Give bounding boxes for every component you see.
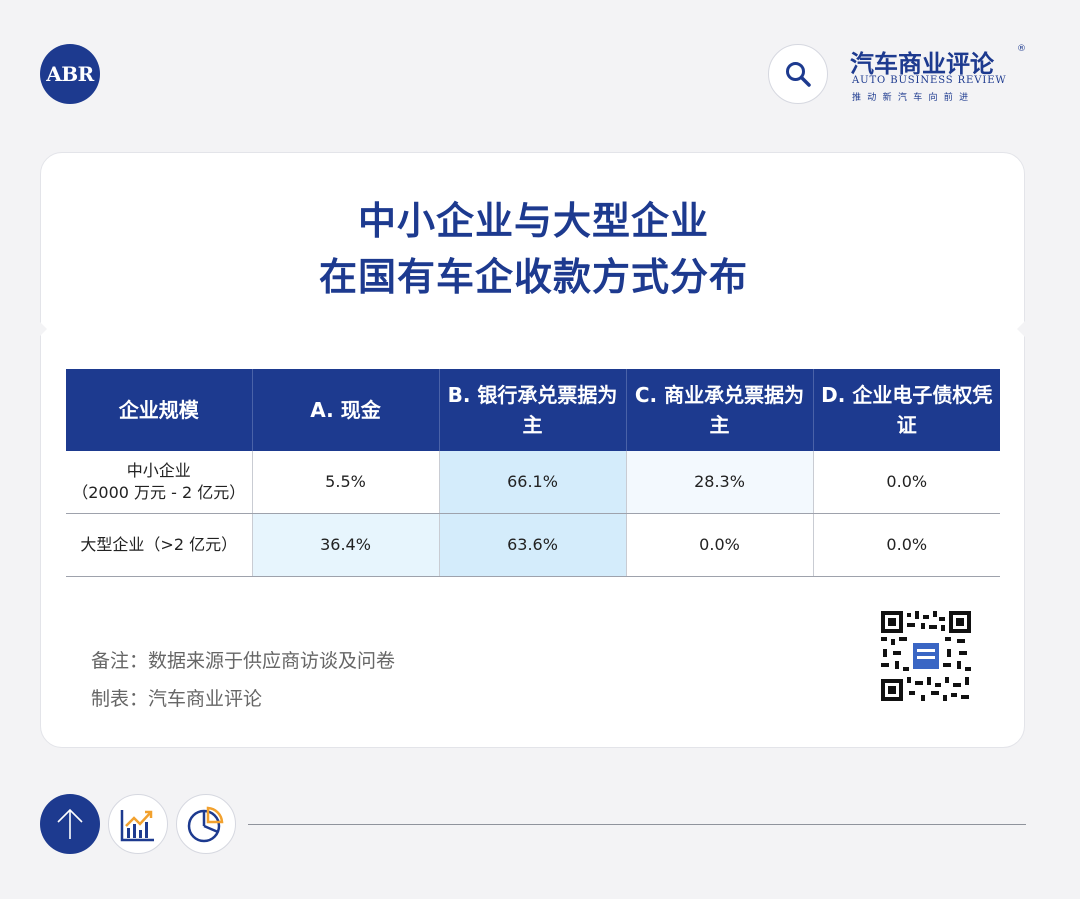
content-card: 中小企业与大型企业 在国有车企收款方式分布 企业规模 A. 现金 B. 银行承兑…	[40, 152, 1025, 748]
line-chart-button[interactable]	[108, 794, 168, 854]
arrow-up-icon	[57, 808, 83, 839]
card-notch-left	[38, 320, 47, 338]
maker-note: 制表：汽车商业评论	[91, 688, 263, 710]
page-title: 中小企业与大型企业 在国有车企收款方式分布	[41, 193, 1026, 305]
footer-divider	[248, 824, 1026, 825]
distribution-table: 企业规模 A. 现金 B. 银行承兑票据为主 C. 商业承兑票据为主 D. 企业…	[66, 369, 1000, 577]
brand-name: 汽车商业评论	[850, 49, 994, 78]
row-scale-cell: 大型企业（>2 亿元）	[66, 513, 253, 577]
brand-logo: 汽车商业评论 ® AUTO BUSINESS REVIEW 推动新汽车向前进	[850, 44, 1026, 106]
row-scale-cell: 中小企业 （2000 万元 - 2 亿元）	[66, 451, 253, 514]
abr-logo: ABR	[40, 44, 100, 104]
pie-chart-icon	[187, 806, 224, 843]
header-bank-acceptance: B. 银行承兑票据为主	[439, 369, 627, 451]
header-cash: A. 现金	[252, 369, 440, 451]
source-note: 备注：数据来源于供应商访谈及问卷	[91, 650, 396, 672]
header-commercial-acceptance: C. 商业承兑票据为主	[626, 369, 814, 451]
value-cell: 5.5%	[252, 451, 440, 514]
search-button[interactable]	[768, 44, 828, 104]
card-notch-right	[1017, 320, 1026, 338]
row-scale-line2: （2000 万元 - 2 亿元）	[72, 483, 246, 502]
table-header-row: 企业规模 A. 现金 B. 银行承兑票据为主 C. 商业承兑票据为主 D. 企业…	[66, 369, 1000, 451]
row-scale-line1: 大型企业（>2 亿元）	[80, 535, 238, 554]
value-cell: 36.4%	[252, 513, 440, 577]
brand-english-name: AUTO BUSINESS REVIEW	[852, 75, 1007, 86]
header-electronic-voucher: D. 企业电子债权凭证	[813, 369, 1000, 451]
table-row: 中小企业 （2000 万元 - 2 亿元） 5.5% 66.1% 28.3% 0…	[66, 451, 1000, 514]
table-row: 大型企业（>2 亿元） 36.4% 63.6% 0.0% 0.0%	[66, 513, 1000, 577]
value-cell: 0.0%	[813, 513, 1000, 577]
brand-slogan: 推动新汽车向前进	[852, 93, 975, 103]
qr-code-icon[interactable]	[881, 611, 971, 701]
value-cell: 28.3%	[626, 451, 814, 514]
title-line-2: 在国有车企收款方式分布	[318, 255, 748, 299]
header-scale: 企业规模	[66, 369, 253, 451]
pie-chart-button[interactable]	[176, 794, 236, 854]
line-chart-icon	[120, 810, 154, 842]
search-icon	[786, 62, 811, 87]
value-cell: 0.0%	[626, 513, 814, 577]
row-scale-line1: 中小企业	[126, 461, 191, 480]
title-line-1: 中小企业与大型企业	[357, 199, 709, 243]
value-cell: 63.6%	[439, 513, 627, 577]
value-cell: 66.1%	[439, 451, 627, 514]
scroll-up-button[interactable]	[40, 794, 100, 854]
value-cell: 0.0%	[813, 451, 1000, 514]
registered-mark: ®	[1017, 44, 1026, 54]
